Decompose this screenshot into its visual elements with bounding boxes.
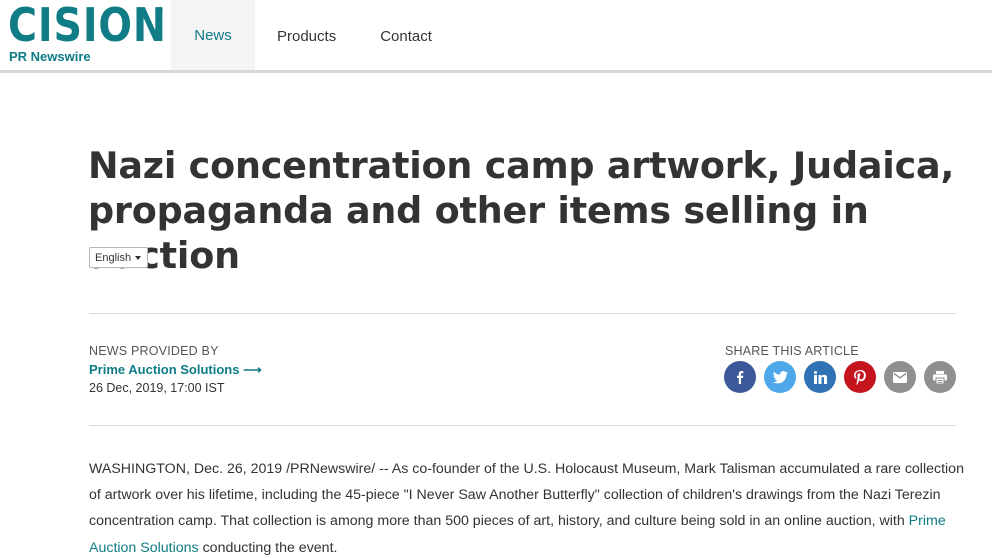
arrow-right-icon: ⟶ [243, 362, 262, 377]
nav-news[interactable]: News [171, 0, 255, 73]
header-divider [0, 70, 992, 73]
article-body-text: WASHINGTON, Dec. 26, 2019 /PRNewswire/ -… [89, 461, 964, 530]
logo-wordmark: CISION [8, 0, 167, 52]
registered-mark: ® [157, 6, 163, 15]
share-print-button[interactable] [924, 361, 956, 393]
language-select-label: English [95, 251, 132, 264]
pinterest-icon [854, 369, 866, 385]
article-title: Nazi concentration camp artwork, Judaica… [88, 144, 955, 277]
language-select[interactable]: English [89, 247, 149, 268]
divider-bottom [89, 425, 956, 426]
article-body: WASHINGTON, Dec. 26, 2019 /PRNewswire/ -… [89, 456, 969, 558]
logo-subtitle: PR Newswire [9, 49, 91, 64]
email-icon [893, 371, 907, 383]
share-email-button[interactable] [884, 361, 916, 393]
nav-contact[interactable]: Contact [380, 0, 432, 73]
nav-products[interactable]: Products [277, 0, 336, 73]
provider-name: Prime Auction Solutions [89, 362, 240, 377]
facebook-icon [737, 371, 744, 384]
share-label: SHARE THIS ARTICLE [725, 344, 859, 358]
publish-date: 26 Dec, 2019, 17:00 IST [89, 381, 225, 395]
cision-logo[interactable]: CISION ® PR Newswire [8, 0, 166, 68]
share-pinterest-button[interactable] [844, 361, 876, 393]
twitter-icon [772, 370, 788, 383]
main-nav: News Products Contact [171, 0, 432, 73]
chevron-down-icon [135, 255, 142, 260]
site-header: CISION ® PR Newswire News Products Conta… [0, 0, 992, 73]
share-linkedin-button[interactable] [804, 361, 836, 393]
share-twitter-button[interactable] [764, 361, 796, 393]
divider-top [89, 313, 956, 314]
linkedin-icon [813, 370, 827, 384]
article-body-text-end: conducting the event. [198, 539, 338, 556]
share-buttons [724, 361, 956, 393]
print-icon [933, 370, 947, 384]
news-provided-label: NEWS PROVIDED BY [89, 344, 219, 358]
share-facebook-button[interactable] [724, 361, 756, 393]
provider-link[interactable]: Prime Auction Solutions ⟶ [89, 362, 262, 378]
